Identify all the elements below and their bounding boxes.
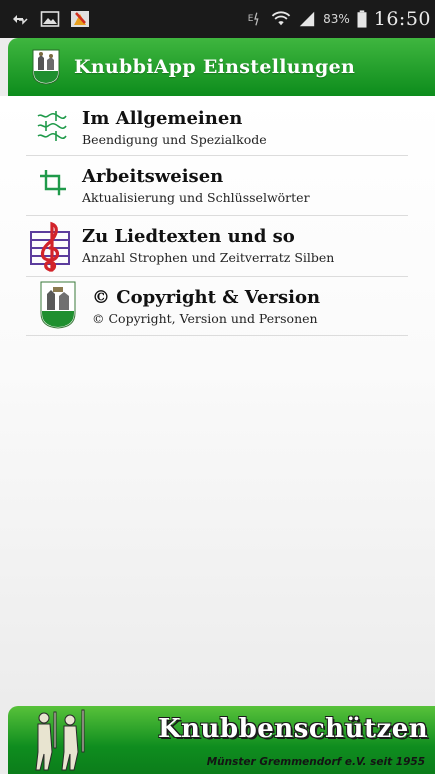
status-bar-left [10,8,90,30]
marksmen-figures-icon [35,709,85,771]
menu-item-general[interactable]: Im Allgemeinen Beendigung und Spezialkod… [26,96,408,156]
settings-list: Im Allgemeinen Beendigung und Spezialkod… [0,96,435,706]
clock: 16:50 [373,8,431,30]
image-icon [40,11,60,27]
app-notification-icon [71,11,89,27]
sliders-icon [37,111,67,141]
svg-text:E: E [248,14,254,24]
crop-icon [40,170,66,196]
menu-item-subtitle: © Copyright, Version und Personen [92,311,318,326]
menu-item-workflow[interactable]: Arbeitsweisen Aktualisierung und Schlüss… [26,156,408,216]
menu-item-copyright[interactable]: © Copyright & Version © Copyright, Versi… [26,277,408,336]
menu-item-title: Arbeitsweisen [82,166,224,187]
club-logo-icon[interactable] [32,49,60,85]
club-shield-icon [40,281,76,329]
wifi-icon [271,11,291,26]
status-bar-right: E 83% 16:50 [245,6,431,32]
signal-icon [299,11,315,27]
sync-icon [13,15,28,25]
music-staff-icon [30,221,70,272]
menu-item-title: Zu Liedtexten und so [82,226,295,247]
menu-item-subtitle: Aktualisierung und Schlüsselwörter [82,190,310,205]
menu-item-title: Im Allgemeinen [82,108,243,129]
footer-subtitle: Münster Gremmendorf e.V. seit 1955 [206,756,425,768]
menu-item-lyrics[interactable]: Zu Liedtexten und so Anzahl Strophen und… [26,216,408,277]
status-bar: E 83% 16:50 [0,0,435,38]
action-bar: KnubbiApp Einstellungen [8,38,435,96]
menu-item-subtitle: Beendigung und Spezialkode [82,132,267,147]
battery-icon [357,10,367,28]
menu-item-title: © Copyright & Version [92,287,321,308]
footer-banner: Knubbenschützen Münster Gremmendorf e.V.… [8,706,435,774]
menu-item-subtitle: Anzahl Strophen und Zeitverratz Silben [82,250,335,265]
footer-title: Knubbenschützen [158,714,429,744]
data-transfer-icon: E [248,12,259,26]
battery-percentage: 83% [323,12,350,26]
app-title: KnubbiApp Einstellungen [74,56,356,78]
